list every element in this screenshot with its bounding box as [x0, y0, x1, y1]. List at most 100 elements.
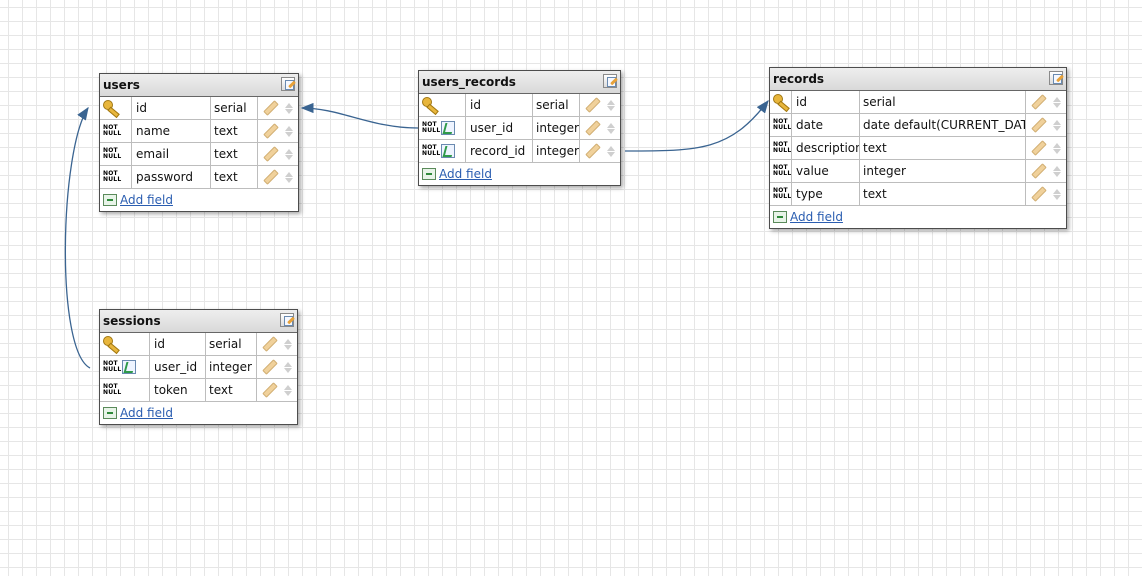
reorder-arrows[interactable]: [1053, 119, 1061, 131]
move-up-icon[interactable]: [284, 384, 292, 390]
diagram-canvas[interactable]: users id serial NOT NULL name text NOT NULL email…: [0, 0, 1142, 576]
field-name[interactable]: password: [132, 166, 211, 188]
move-up-icon[interactable]: [284, 361, 292, 367]
edit-field-pencil-icon[interactable]: [263, 123, 279, 139]
add-field-link[interactable]: Add field: [120, 193, 173, 207]
field-type[interactable]: integer: [533, 117, 580, 139]
reorder-arrows[interactable]: [284, 361, 292, 373]
field-name[interactable]: id: [132, 97, 211, 119]
move-up-icon[interactable]: [285, 125, 293, 131]
field-type[interactable]: serial: [533, 94, 580, 116]
move-up-icon[interactable]: [1053, 96, 1061, 102]
edit-field-pencil-icon[interactable]: [1031, 186, 1047, 202]
field-row-user-id[interactable]: NOT NULL user_id integer: [419, 117, 620, 140]
reorder-arrows[interactable]: [284, 338, 292, 350]
field-name[interactable]: description: [792, 137, 860, 159]
field-type[interactable]: serial: [860, 91, 1026, 113]
reorder-arrows[interactable]: [1053, 188, 1061, 200]
move-down-icon[interactable]: [1053, 171, 1061, 177]
move-down-icon[interactable]: [285, 108, 293, 114]
table-records[interactable]: records id serial NOT NULL date date default(C…: [769, 67, 1067, 229]
edit-field-pencil-icon[interactable]: [1031, 94, 1047, 110]
edit-table-icon[interactable]: [281, 77, 295, 91]
field-name[interactable]: user_id: [466, 117, 533, 139]
field-row-email[interactable]: NOT NULL email text: [100, 143, 298, 166]
move-down-icon[interactable]: [607, 105, 615, 111]
edit-field-pencil-icon[interactable]: [585, 97, 601, 113]
field-row-name[interactable]: NOT NULL name text: [100, 120, 298, 143]
field-row-type[interactable]: NOT NULL type text: [770, 183, 1066, 206]
edit-field-pencil-icon[interactable]: [263, 146, 279, 162]
table-header[interactable]: users_records: [419, 71, 620, 94]
add-field-link[interactable]: Add field: [120, 406, 173, 420]
move-down-icon[interactable]: [285, 177, 293, 183]
table-header[interactable]: records: [770, 68, 1066, 91]
add-field-row[interactable]: Add field: [770, 206, 1066, 228]
move-up-icon[interactable]: [1053, 119, 1061, 125]
move-down-icon[interactable]: [607, 128, 615, 134]
edit-table-icon[interactable]: [1049, 71, 1063, 85]
field-name[interactable]: type: [792, 183, 860, 205]
add-field-link[interactable]: Add field: [439, 167, 492, 181]
field-row-password[interactable]: NOT NULL password text: [100, 166, 298, 189]
move-up-icon[interactable]: [285, 102, 293, 108]
add-field-row[interactable]: Add field: [100, 189, 298, 211]
add-field-row[interactable]: Add field: [419, 163, 620, 185]
field-row-id[interactable]: id serial: [100, 333, 297, 356]
field-row-id[interactable]: id serial: [100, 97, 298, 120]
edit-field-pencil-icon[interactable]: [1031, 140, 1047, 156]
move-down-icon[interactable]: [285, 131, 293, 137]
table-header[interactable]: users: [100, 74, 298, 97]
reorder-arrows[interactable]: [1053, 165, 1061, 177]
table-header[interactable]: sessions: [100, 310, 297, 333]
field-name[interactable]: value: [792, 160, 860, 182]
move-down-icon[interactable]: [607, 151, 615, 157]
move-down-icon[interactable]: [284, 367, 292, 373]
edit-table-icon[interactable]: [603, 74, 617, 88]
edit-field-pencil-icon[interactable]: [1031, 117, 1047, 133]
field-type[interactable]: serial: [206, 333, 257, 355]
move-up-icon[interactable]: [607, 145, 615, 151]
field-type[interactable]: text: [211, 166, 258, 188]
table-users-records[interactable]: users_records id serial NOT NULL user_id integ…: [418, 70, 621, 186]
edit-field-pencil-icon[interactable]: [263, 100, 279, 116]
field-row-id[interactable]: id serial: [419, 94, 620, 117]
field-row-record-id[interactable]: NOT NULL record_id integer: [419, 140, 620, 163]
reorder-arrows[interactable]: [285, 102, 293, 114]
move-up-icon[interactable]: [285, 148, 293, 154]
field-type[interactable]: serial: [211, 97, 258, 119]
move-down-icon[interactable]: [284, 344, 292, 350]
reorder-arrows[interactable]: [285, 171, 293, 183]
reorder-arrows[interactable]: [1053, 142, 1061, 154]
field-name[interactable]: id: [466, 94, 533, 116]
field-row-token[interactable]: NOT NULL token text: [100, 379, 297, 402]
field-type[interactable]: text: [211, 143, 258, 165]
reorder-arrows[interactable]: [1053, 96, 1061, 108]
field-name[interactable]: user_id: [150, 356, 206, 378]
move-up-icon[interactable]: [1053, 165, 1061, 171]
edit-field-pencil-icon[interactable]: [262, 336, 278, 352]
move-up-icon[interactable]: [607, 122, 615, 128]
field-name[interactable]: name: [132, 120, 211, 142]
reorder-arrows[interactable]: [284, 384, 292, 396]
move-down-icon[interactable]: [1053, 125, 1061, 131]
move-up-icon[interactable]: [1053, 188, 1061, 194]
field-type[interactable]: text: [206, 379, 257, 401]
edit-field-pencil-icon[interactable]: [262, 359, 278, 375]
add-field-icon[interactable]: [103, 407, 117, 419]
move-up-icon[interactable]: [285, 171, 293, 177]
reorder-arrows[interactable]: [285, 148, 293, 160]
field-type[interactable]: date default(CURRENT_DATE): [860, 114, 1026, 136]
edit-table-icon[interactable]: [280, 313, 294, 327]
field-name[interactable]: email: [132, 143, 211, 165]
field-name[interactable]: record_id: [466, 140, 533, 162]
field-row-value[interactable]: NOT NULL value integer: [770, 160, 1066, 183]
field-type[interactable]: integer: [206, 356, 257, 378]
field-row-id[interactable]: id serial: [770, 91, 1066, 114]
move-down-icon[interactable]: [1053, 102, 1061, 108]
field-row-description[interactable]: NOT NULL description text: [770, 137, 1066, 160]
edit-field-pencil-icon[interactable]: [585, 143, 601, 159]
edit-field-pencil-icon[interactable]: [585, 120, 601, 136]
field-type[interactable]: text: [211, 120, 258, 142]
add-field-icon[interactable]: [422, 168, 436, 180]
